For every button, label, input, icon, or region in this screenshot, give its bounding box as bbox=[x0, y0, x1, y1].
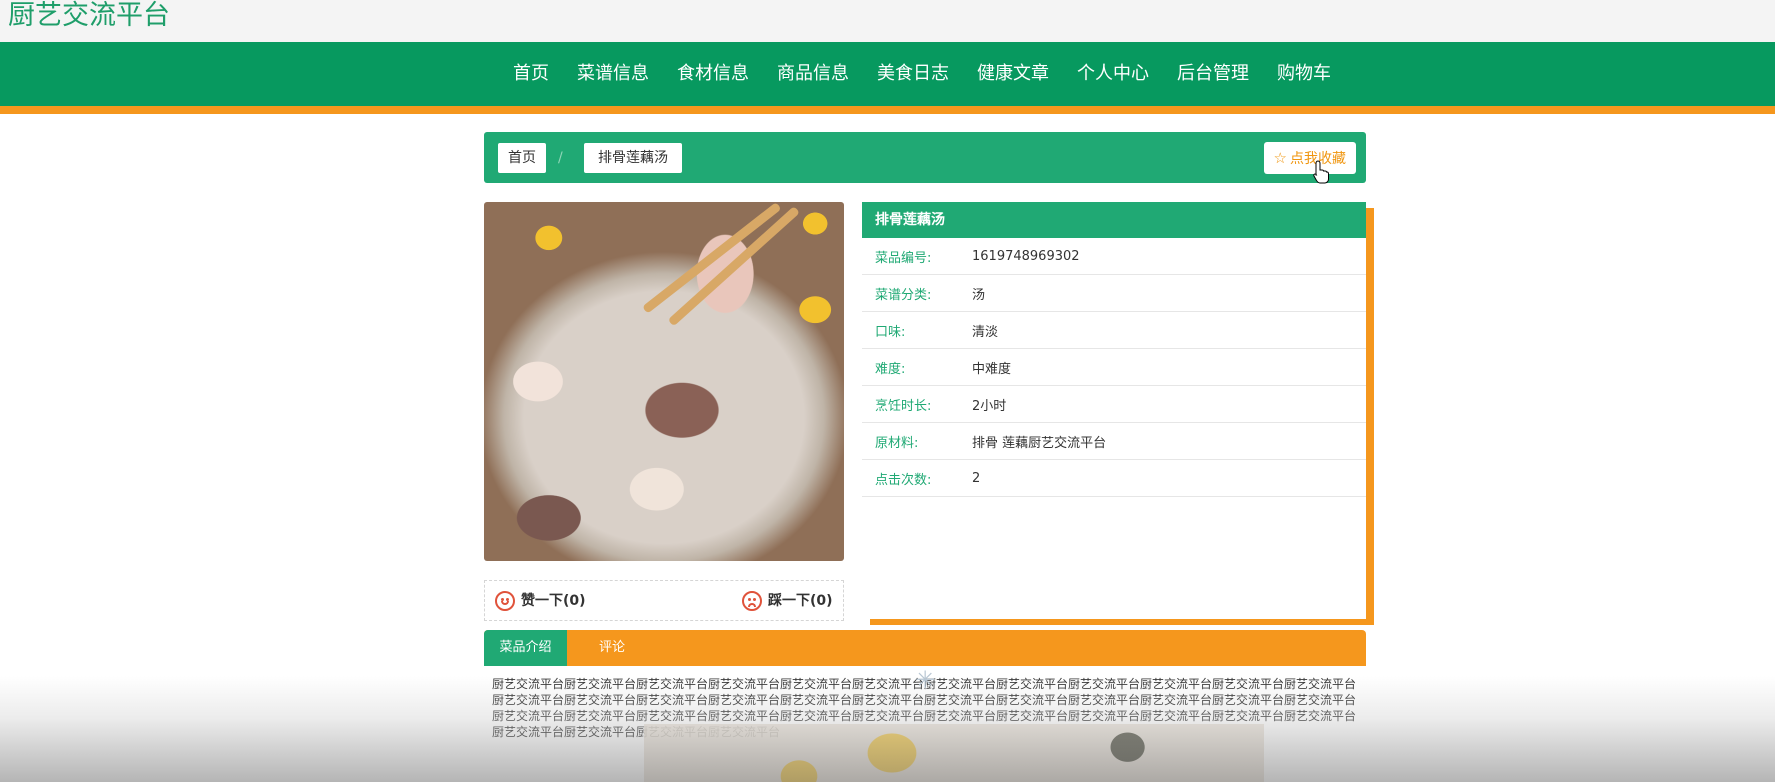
info-label: 口味: bbox=[875, 324, 906, 340]
loading-spinner-icon: ✳ bbox=[914, 666, 936, 694]
dislike-label: 踩一下(0) bbox=[768, 593, 833, 609]
breadcrumb-current: 排骨莲藕汤 bbox=[584, 143, 682, 173]
info-value: 汤 bbox=[972, 287, 986, 303]
info-value: 1619748969302 bbox=[972, 248, 1080, 264]
nav-items: 首页 菜谱信息 食材信息 商品信息 美食日志 健康文章 个人中心 后台管理 购物… bbox=[500, 42, 1345, 106]
info-row: 难度: 中难度 bbox=[862, 349, 1366, 386]
info-label: 菜品编号: bbox=[875, 250, 932, 266]
info-label: 原材料: bbox=[875, 435, 919, 451]
info-row: 点击次数: 2 bbox=[862, 460, 1366, 497]
info-row: 菜谱分类: 汤 bbox=[862, 275, 1366, 312]
like-label: 赞一下(0) bbox=[521, 593, 586, 609]
dislike-button[interactable]: 踩一下(0) bbox=[742, 590, 833, 612]
star-icon: ☆ bbox=[1273, 149, 1287, 167]
info-value: 清淡 bbox=[972, 324, 999, 340]
recipe-info-panel: 排骨莲藕汤 菜品编号: 1619748969302 菜谱分类: 汤 口味: 清淡… bbox=[862, 202, 1366, 619]
chopstick-decoration bbox=[642, 202, 782, 314]
tab-intro[interactable]: 菜品介绍 bbox=[484, 630, 567, 666]
chopstick-decoration bbox=[667, 206, 801, 327]
nav-item-products[interactable]: 商品信息 bbox=[763, 42, 863, 106]
nav-item-admin[interactable]: 后台管理 bbox=[1163, 42, 1263, 106]
info-value: 排骨 莲藕厨艺交流平台 bbox=[972, 435, 1107, 451]
info-row: 烹饪时长: 2小时 bbox=[862, 386, 1366, 423]
recipe-photo bbox=[484, 202, 844, 561]
nav-item-recipes[interactable]: 菜谱信息 bbox=[563, 42, 663, 106]
info-row: 原材料: 排骨 莲藕厨艺交流平台 bbox=[862, 423, 1366, 460]
nav-item-user-center[interactable]: 个人中心 bbox=[1063, 42, 1163, 106]
sad-face-icon bbox=[742, 591, 762, 611]
info-value: 2小时 bbox=[972, 398, 1007, 414]
tab-comment[interactable]: 评论 bbox=[599, 630, 625, 666]
pointer-cursor-icon bbox=[1313, 160, 1329, 184]
info-value: 2 bbox=[972, 470, 981, 486]
recipe-title: 排骨莲藕汤 bbox=[862, 202, 1366, 238]
smile-icon bbox=[495, 591, 515, 611]
info-label: 烹饪时长: bbox=[875, 398, 932, 414]
info-label: 难度: bbox=[875, 361, 906, 377]
nav-item-food-diary[interactable]: 美食日志 bbox=[863, 42, 963, 106]
info-label: 点击次数: bbox=[875, 472, 932, 488]
info-value: 中难度 bbox=[972, 361, 1012, 377]
main-nav: 首页 菜谱信息 食材信息 商品信息 美食日志 健康文章 个人中心 后台管理 购物… bbox=[0, 42, 1775, 114]
content-tabs: 菜品介绍 评论 bbox=[484, 630, 1366, 666]
info-row: 口味: 清淡 bbox=[862, 312, 1366, 349]
nav-item-health-articles[interactable]: 健康文章 bbox=[963, 42, 1063, 106]
favorite-button[interactable]: ☆ 点我收藏 bbox=[1263, 142, 1356, 174]
info-label: 菜谱分类: bbox=[875, 287, 932, 303]
nav-item-home[interactable]: 首页 bbox=[500, 42, 563, 106]
breadcrumb-home[interactable]: 首页 bbox=[498, 143, 546, 173]
site-title[interactable]: 厨艺交流平台 bbox=[8, 0, 170, 32]
nav-item-cart[interactable]: 购物车 bbox=[1263, 42, 1345, 106]
info-row: 菜品编号: 1619748969302 bbox=[862, 238, 1366, 275]
like-button[interactable]: 赞一下(0) bbox=[495, 590, 586, 612]
vote-box: 赞一下(0) 踩一下(0) bbox=[484, 580, 844, 621]
breadcrumb-separator: / bbox=[558, 150, 563, 166]
nav-item-ingredients[interactable]: 食材信息 bbox=[663, 42, 763, 106]
description-image bbox=[644, 724, 1264, 782]
breadcrumb: 首页 / 排骨莲藕汤 ☆ 点我收藏 bbox=[484, 132, 1366, 183]
top-bar: 厨艺交流平台 bbox=[0, 0, 1775, 42]
